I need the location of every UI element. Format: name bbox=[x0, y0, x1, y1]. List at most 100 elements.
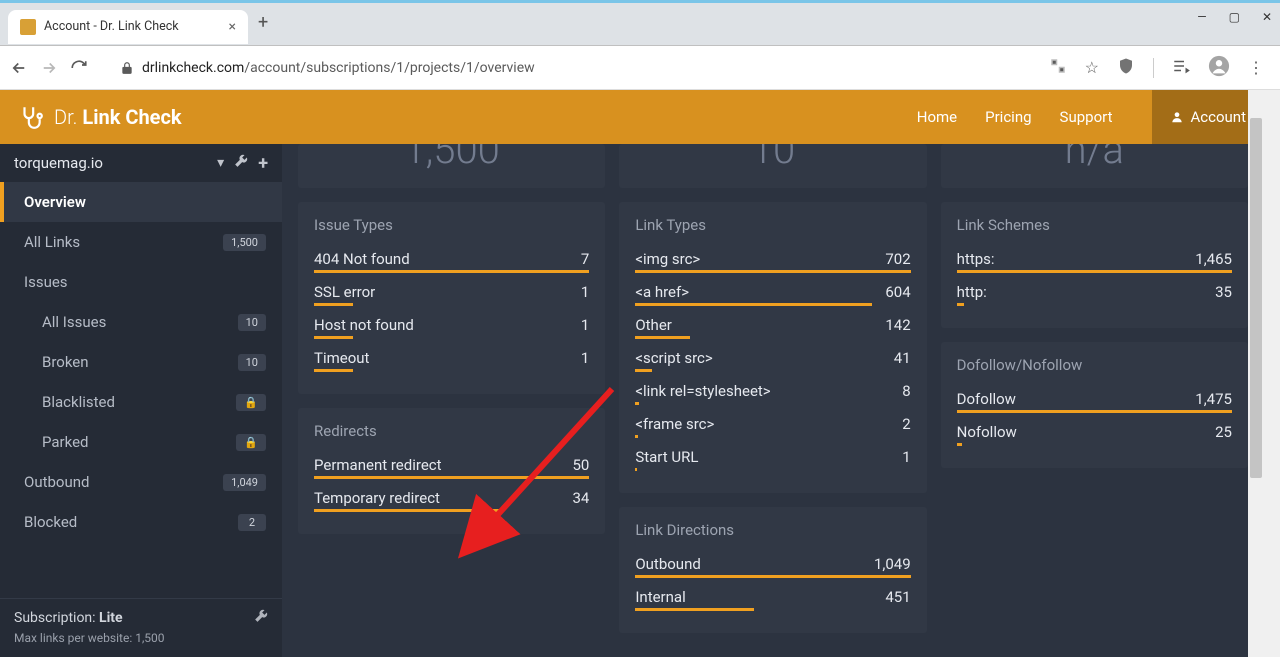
stat-row[interactable]: Dofollow1,475 bbox=[957, 386, 1232, 410]
menu-icon[interactable]: ⋮ bbox=[1248, 58, 1264, 77]
vertical-scrollbar[interactable] bbox=[1248, 90, 1264, 657]
stat-row[interactable]: Nofollow25 bbox=[957, 419, 1232, 443]
summary-na: n/a bbox=[941, 144, 1248, 188]
stat-row[interactable]: <img src>702 bbox=[635, 246, 910, 270]
nav-support[interactable]: Support bbox=[1060, 108, 1113, 126]
stat-row[interactable]: http:35 bbox=[957, 279, 1232, 303]
stat-bar bbox=[957, 303, 964, 306]
close-window-icon[interactable]: ✕ bbox=[1262, 10, 1272, 24]
stat-name: <a href> bbox=[635, 283, 885, 301]
sidebar-item-label: All Links bbox=[24, 233, 223, 251]
stat-row[interactable]: https:1,465 bbox=[957, 246, 1232, 270]
sidebar-item-label: Blacklisted bbox=[42, 393, 236, 411]
stat-value: 1 bbox=[902, 448, 910, 466]
shield-icon[interactable] bbox=[1117, 57, 1135, 79]
sidebar-item-blocked[interactable]: Blocked2 bbox=[0, 502, 282, 542]
sidebar-item-label: Blocked bbox=[24, 513, 238, 531]
stat-row[interactable]: Host not found1 bbox=[314, 312, 589, 336]
stat-bar bbox=[635, 303, 872, 306]
sidebar-item-overview[interactable]: Overview bbox=[0, 182, 282, 222]
stat-bar bbox=[314, 270, 589, 273]
stat-bar bbox=[314, 369, 353, 372]
site-selector[interactable]: torquemag.io ▾ + bbox=[0, 144, 282, 182]
sidebar-item-issues[interactable]: Issues bbox=[0, 262, 282, 302]
stat-row[interactable]: Other142 bbox=[635, 312, 910, 336]
stat-row[interactable]: <script src>41 bbox=[635, 345, 910, 369]
stethoscope-icon bbox=[18, 104, 44, 130]
stat-row[interactable]: Internal451 bbox=[635, 584, 910, 608]
nav-home[interactable]: Home bbox=[917, 108, 957, 126]
maximize-icon[interactable]: ▢ bbox=[1229, 10, 1240, 24]
chevron-down-icon[interactable]: ▾ bbox=[217, 155, 224, 171]
stat-value: 142 bbox=[885, 316, 910, 334]
stat-name: Host not found bbox=[314, 316, 581, 334]
minimize-icon[interactable]: — bbox=[1197, 10, 1206, 24]
card-title: Dofollow/Nofollow bbox=[957, 356, 1232, 374]
stat-name: Internal bbox=[635, 588, 885, 606]
sidebar-item-outbound[interactable]: Outbound1,049 bbox=[0, 462, 282, 502]
browser-tabstrip: Account - Dr. Link Check × + — ▢ ✕ bbox=[0, 0, 1280, 46]
stat-value: 8 bbox=[902, 382, 910, 400]
stat-row[interactable]: Start URL1 bbox=[635, 444, 910, 468]
browser-tab[interactable]: Account - Dr. Link Check × bbox=[8, 10, 248, 44]
stat-name: <script src> bbox=[635, 349, 893, 367]
close-tab-icon[interactable]: × bbox=[229, 19, 236, 35]
stat-bar bbox=[314, 303, 353, 306]
stat-row[interactable]: Permanent redirect50 bbox=[314, 452, 589, 476]
stat-name: Outbound bbox=[635, 555, 874, 573]
stat-bar bbox=[314, 336, 353, 339]
stat-bar bbox=[635, 336, 690, 339]
url-input[interactable]: drlinkcheck.com/account/subscriptions/1/… bbox=[100, 60, 1037, 76]
stat-bar bbox=[957, 410, 1232, 413]
sidebar-item-parked[interactable]: Parked🔒 bbox=[0, 422, 282, 462]
card-dofollow: Dofollow/Nofollow Dofollow1,475 Nofollow2… bbox=[941, 342, 1248, 468]
sidebar-item-blacklisted[interactable]: Blacklisted🔒 bbox=[0, 382, 282, 422]
stat-value: 1,475 bbox=[1195, 390, 1232, 408]
stat-value: 604 bbox=[885, 283, 910, 301]
stat-row[interactable]: SSL error1 bbox=[314, 279, 589, 303]
stat-name: Start URL bbox=[635, 448, 902, 466]
nav-pricing[interactable]: Pricing bbox=[985, 108, 1031, 126]
stat-value: 1,465 bbox=[1195, 250, 1232, 268]
profile-icon[interactable] bbox=[1208, 55, 1230, 81]
stat-row[interactable]: <a href>604 bbox=[635, 279, 910, 303]
translate-icon[interactable] bbox=[1049, 57, 1067, 79]
plus-icon[interactable]: + bbox=[258, 153, 268, 174]
new-tab-button[interactable]: + bbox=[258, 12, 268, 33]
stat-name: Nofollow bbox=[957, 423, 1215, 441]
stat-row[interactable]: Timeout1 bbox=[314, 345, 589, 369]
stat-name: Permanent redirect bbox=[314, 456, 572, 474]
stat-value: 1 bbox=[581, 349, 589, 367]
playlist-icon[interactable] bbox=[1172, 57, 1190, 79]
summary-total-links: 1,500 bbox=[298, 144, 605, 188]
stat-row[interactable]: Temporary redirect34 bbox=[314, 485, 589, 509]
stat-bar bbox=[314, 476, 589, 479]
app-logo[interactable]: Dr. Link Check bbox=[18, 104, 182, 130]
forward-button[interactable] bbox=[40, 59, 58, 77]
stat-row[interactable]: Outbound1,049 bbox=[635, 551, 910, 575]
stat-row[interactable]: <link rel=stylesheet>8 bbox=[635, 378, 910, 402]
stat-value: 1 bbox=[581, 283, 589, 301]
stat-row[interactable]: <frame src>2 bbox=[635, 411, 910, 435]
sidebar-item-all-issues[interactable]: All Issues10 bbox=[0, 302, 282, 342]
stat-name: <img src> bbox=[635, 250, 885, 268]
stat-bar bbox=[957, 270, 1232, 273]
reload-button[interactable] bbox=[70, 59, 88, 77]
wrench-icon[interactable] bbox=[254, 609, 268, 627]
app-header: Dr. Link Check Home Pricing Support Acco… bbox=[0, 90, 1264, 144]
favicon-icon bbox=[20, 19, 36, 35]
card-link-types: Link Types <img src>702<a href>604Other1… bbox=[619, 202, 926, 493]
count-badge: 10 bbox=[238, 354, 266, 371]
sidebar-item-broken[interactable]: Broken10 bbox=[0, 342, 282, 382]
window-controls: — ▢ ✕ bbox=[1197, 10, 1272, 24]
stat-bar bbox=[635, 369, 652, 372]
stat-value: 7 bbox=[581, 250, 589, 268]
back-button[interactable] bbox=[10, 59, 28, 77]
sidebar-item-all-links[interactable]: All Links1,500 bbox=[0, 222, 282, 262]
stat-row[interactable]: 404 Not found7 bbox=[314, 246, 589, 270]
stat-value: 25 bbox=[1215, 423, 1232, 441]
sidebar-item-label: Issues bbox=[24, 273, 266, 291]
bookmark-icon[interactable]: ☆ bbox=[1085, 58, 1099, 77]
wrench-icon[interactable] bbox=[234, 154, 248, 172]
stat-value: 702 bbox=[885, 250, 910, 268]
